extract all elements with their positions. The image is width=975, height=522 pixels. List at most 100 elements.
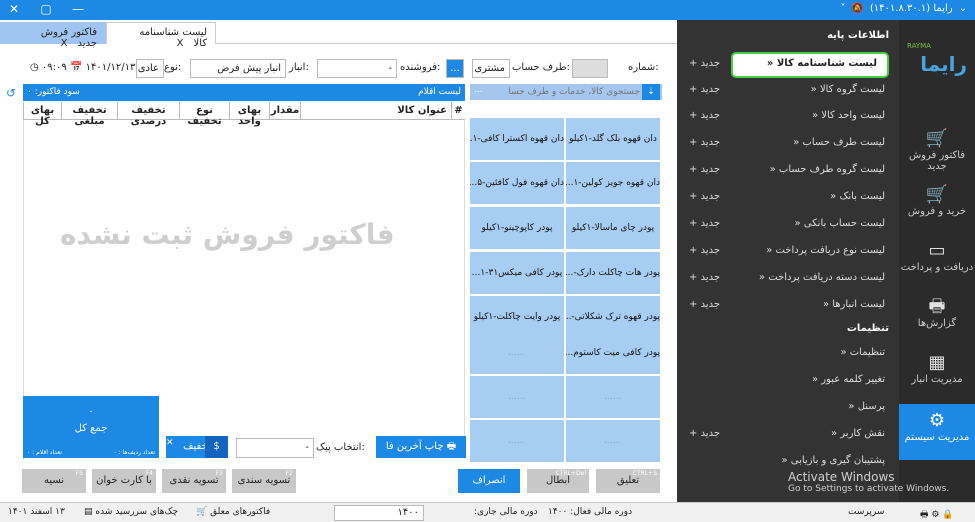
col-discount-type[interactable]: نوع تخفیف — [179, 102, 229, 127]
product-tile[interactable]: پودر هات چاکلت دارک-... — [566, 252, 660, 294]
number-label: شماره: — [628, 62, 659, 73]
printer-icon: 🖶 — [928, 296, 946, 317]
menu-item-payment-categories[interactable]: » لیست دسته دریافت پرداخت + جدید — [677, 268, 899, 290]
product-tile-empty[interactable]: ...... — [470, 332, 564, 374]
bell-off-icon[interactable]: 🔕 — [851, 3, 863, 14]
rail-receive-pay[interactable]: ▭ دریافت و پرداخت — [899, 234, 975, 290]
warehouse-select[interactable]: انبار پیش فرض — [190, 59, 286, 78]
new-button[interactable]: + جدید — [689, 58, 720, 69]
new-button[interactable]: + جدید — [689, 218, 720, 229]
courier-select[interactable]: - — [236, 438, 314, 458]
number-field[interactable] — [572, 59, 608, 78]
new-button[interactable]: + جدید — [689, 164, 720, 175]
menu-item-settings[interactable]: » تنظیمات — [677, 343, 899, 365]
col-quantity[interactable]: مقدار — [269, 102, 300, 120]
col-percent-discount[interactable]: تخفیف درصدی — [117, 102, 179, 127]
close-icon[interactable]: ✕ — [166, 438, 174, 448]
time-display[interactable]: ◷ ۰۹:۰۹ — [30, 62, 67, 73]
rail-label: مدیریت انبار — [911, 374, 963, 385]
dollar-icon[interactable]: $ — [205, 436, 228, 458]
product-tile[interactable]: پودر کافی میت کاستوم... — [566, 332, 660, 374]
product-tile[interactable]: پودر کاپوچینو-۱کیلو — [470, 207, 564, 249]
rail-reports[interactable]: 🖶 گزارش‌ها — [899, 290, 975, 346]
new-button[interactable]: + جدید — [689, 84, 720, 95]
col-amount-discount[interactable]: تخفیف مبلغی — [61, 102, 117, 127]
tab-strip: فاکتور فروش جدیدX لیست شناسنامه کالاX — [0, 20, 677, 49]
new-button[interactable]: + جدید — [689, 299, 720, 310]
date-display[interactable]: 📅 ۱۴۰۱/۱۲/۱۳ — [70, 62, 135, 73]
cancel-button[interactable]: انصراف — [458, 469, 520, 493]
current-period-select[interactable]: ۱۴۰۰ — [334, 505, 424, 521]
account-more-button[interactable]: ... — [446, 59, 464, 78]
product-tile[interactable]: دان قهوه فول کافئین-۵... — [470, 162, 564, 204]
filter-icon[interactable]: ⇣ — [642, 84, 660, 100]
menu-item-change-password[interactable]: » تغییر کلمه عبور — [677, 370, 899, 392]
chevron-down-icon[interactable]: ⌄ — [959, 3, 967, 14]
product-tile[interactable]: پودر چای ماسالا-۱کیلو — [566, 207, 660, 249]
credit-button[interactable]: F5 نسیه — [22, 469, 86, 493]
tab-new-invoice[interactable]: فاکتور فروش جدیدX — [0, 22, 106, 49]
new-button[interactable]: + جدید — [689, 272, 720, 283]
close-tab-icon[interactable]: X — [61, 38, 68, 49]
menu-item-warehouses[interactable]: » لیست انبارها + جدید — [677, 295, 899, 317]
title-user-area: ⌄ رایما (۱۴۰۱.۸.۳۰.۱) 🔕 ˅ — [840, 3, 967, 14]
menu-item-banks[interactable]: » لیست بانک + جدید — [677, 187, 899, 209]
card-reader-button[interactable]: F4 با کارت خوان — [92, 469, 156, 493]
menu-item-account-groups[interactable]: » لیست گروه طرف حساب + جدید — [677, 160, 899, 182]
print-last-invoice-button[interactable]: 🖶 چاپ آخرین فا — [376, 436, 466, 458]
col-unit-price[interactable]: بهای واحد — [229, 102, 269, 127]
tab-product-list[interactable]: لیست شناسنامه کالاX — [106, 22, 216, 49]
menu-item-payment-types[interactable]: » لیست نوع دریافت پرداخت + جدید — [677, 241, 899, 263]
menu-item-product-groups[interactable]: » لیست گروه کالا + جدید — [677, 80, 899, 102]
status-active-period: دوره مالی فعال: ۱۴۰۰ — [548, 507, 633, 517]
product-tile[interactable]: پودر کافی میکس۳۱-۱... — [470, 252, 564, 294]
title-bar: ✕ ▢ — ⌄ رایما (۱۴۰۱.۸.۳۰.۱) 🔕 ˅ — [0, 0, 975, 20]
minimize-window-button[interactable]: — — [70, 2, 86, 16]
product-tile[interactable]: دان قهوه جویز کولین-۱... — [566, 162, 660, 204]
rail-buy-sell[interactable]: 🛒 خرید و فروش — [899, 178, 975, 234]
chevron-down-small-icon[interactable]: ˅ — [840, 3, 845, 14]
close-tab-icon[interactable]: X — [177, 38, 184, 49]
menu-item-product-units[interactable]: » لیست واحد کالا + جدید — [677, 106, 899, 128]
refresh-icon[interactable]: ↺ — [6, 86, 16, 100]
rail-new-invoice[interactable]: 🛒 فاکتور فروش جدید — [899, 122, 975, 178]
search-more-button[interactable]: ... — [474, 85, 483, 95]
product-tile-empty[interactable]: ...... — [566, 420, 660, 462]
menu-item-bank-accounts[interactable]: » لیست حساب بانکی + جدید — [677, 214, 899, 236]
due-cheques[interactable]: چک‌های سررسید شده ▤ — [84, 507, 178, 517]
type-select[interactable]: عادی — [136, 59, 164, 78]
new-button[interactable]: + جدید — [689, 137, 720, 148]
product-tile-empty[interactable]: ...... — [566, 376, 660, 418]
col-total-price[interactable]: بهای کل — [23, 102, 61, 127]
product-search-input[interactable] — [508, 85, 640, 99]
new-button[interactable]: + جدید — [689, 191, 720, 202]
col-title[interactable]: عنوان کالا — [300, 102, 451, 120]
rail-warehouse[interactable]: ▦ مدیریت انبار — [899, 346, 975, 402]
new-button[interactable]: + جدید — [689, 245, 720, 256]
product-tile-empty[interactable]: ...... — [470, 420, 564, 462]
suspend-button[interactable]: CTRL+S تعلیق — [596, 469, 660, 493]
product-tile[interactable]: دان قهوه بلک گلد-۱کیلو — [566, 118, 660, 160]
pending-invoices[interactable]: فاکتورهای معلق 🛒 — [196, 507, 270, 517]
rail-system-management[interactable]: ⚙ مدیریت سیستم — [899, 404, 975, 460]
status-user-icons[interactable]: 🔒 ⚙ 🖶 — [920, 507, 954, 522]
seller-select[interactable]: - — [317, 59, 397, 78]
menu-item-user-roles[interactable]: » نقش کاربر + جدید — [677, 424, 899, 446]
new-button[interactable]: + جدید — [689, 110, 720, 121]
document-settlement-button[interactable]: F2 تسویه سندی — [232, 469, 296, 493]
menu-item-accounts[interactable]: » لیست طرف حساب + جدید — [677, 133, 899, 155]
items-columns: # عنوان کالا مقدار بهای واحد نوع تخفیف ت… — [23, 102, 465, 127]
account-select[interactable]: مشتری — [472, 59, 510, 78]
section-settings: تنظیمات — [846, 323, 889, 334]
void-button[interactable]: CTRL+Del ابطال — [527, 469, 589, 493]
col-index[interactable]: # — [451, 102, 465, 120]
cash-settlement-button[interactable]: F3 تسویه نقدی — [162, 469, 226, 493]
unsaved-invoice-watermark: فاکتور فروش ثبت نشده — [60, 218, 395, 251]
product-tile-empty[interactable]: ...... — [470, 376, 564, 418]
close-window-button[interactable]: ✕ — [6, 2, 22, 16]
menu-item-product-list[interactable]: » لیست شناسنامه کالا + جدید — [677, 52, 899, 78]
product-tile[interactable]: دان قهوه اکسترا کافی-۱... — [470, 118, 564, 160]
menu-item-personnel[interactable]: » پرسنل — [677, 397, 899, 419]
new-button[interactable]: + جدید — [689, 428, 720, 439]
maximize-window-button[interactable]: ▢ — [38, 2, 54, 16]
